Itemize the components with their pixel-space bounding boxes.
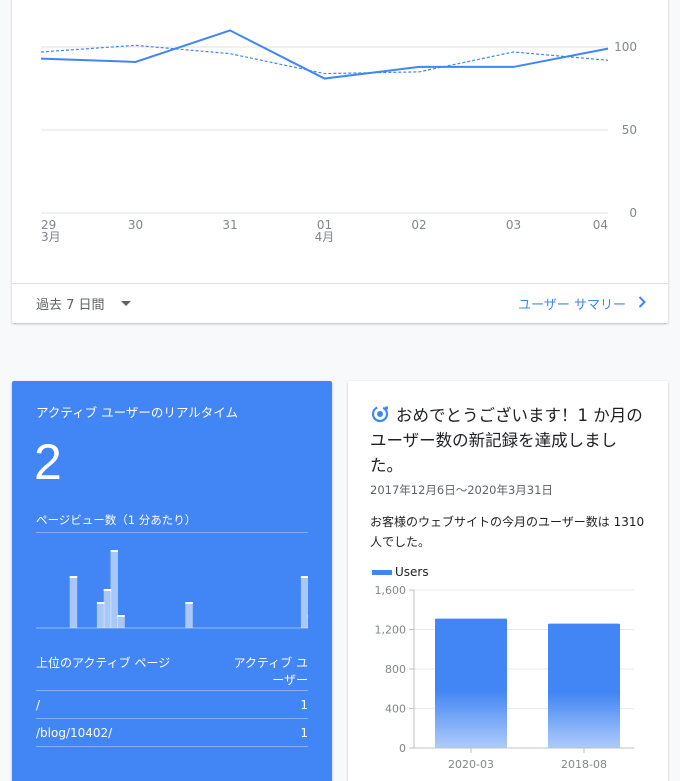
insight-message: お客様のウェブサイトの今月のユーザー数は 1310 人でした。 — [370, 515, 645, 549]
pageviews-per-minute-label: ページビュー数（1 分あたり） — [36, 512, 308, 533]
x-tick-sublabel: 3月 — [41, 230, 61, 244]
legend-swatch — [372, 569, 392, 575]
users-bar — [435, 618, 507, 748]
users-bar — [548, 623, 620, 748]
legend-label: Users — [395, 565, 429, 579]
x-tick-label: 03 — [506, 218, 521, 232]
y-tick-label: 0 — [629, 206, 637, 220]
date-range-label: 過去 7 日間 — [36, 298, 105, 313]
pageview-bar — [110, 550, 118, 628]
row-page: /blog/10402/ — [36, 725, 113, 740]
y-tick-label: 100 — [614, 40, 637, 54]
pageview-bar — [96, 602, 105, 628]
y-tick-label: 400 — [385, 703, 406, 716]
row-page: / — [36, 697, 41, 712]
date-range-dropdown[interactable]: 過去 7 日間 — [36, 294, 131, 313]
pageviews-bar-chart — [36, 550, 308, 629]
x-tick-label: 2018-08 — [561, 758, 607, 771]
table-row[interactable]: / 1 — [36, 691, 308, 719]
pageview-bar-cap — [110, 550, 118, 552]
pageview-bar — [300, 576, 308, 628]
user-summary-link[interactable]: ユーザー サマリー — [518, 294, 646, 313]
chevron-right-icon — [638, 295, 646, 312]
pageview-bar-cap — [103, 589, 112, 591]
x-tick-label: 04 — [593, 218, 608, 232]
pageview-bar-cap — [117, 615, 125, 617]
row-users: 1 — [300, 725, 308, 740]
users-bar-chart: 1,600 1,200 800 400 0 2020-03 2018-08 — [375, 584, 634, 771]
y-tick-label: 0 — [399, 742, 406, 755]
pageview-bar-cap — [300, 576, 308, 578]
pageview-bar-cap — [69, 576, 78, 578]
x-tick-label: 02 — [411, 218, 426, 232]
pageview-bar — [69, 576, 78, 628]
pageview-bar — [185, 602, 193, 628]
header-page: 上位のアクティブ ページ — [36, 656, 171, 670]
pageview-bar-cap — [185, 602, 193, 604]
y-tick-label: 1,600 — [375, 584, 407, 597]
x-tick-label: 31 — [222, 218, 237, 232]
caret-down-icon — [120, 301, 131, 306]
comparison-series-line — [40, 44, 609, 75]
y-tick-label: 800 — [385, 663, 406, 676]
card-footer: 過去 7 日間 ユーザー サマリー — [12, 283, 668, 323]
x-tick-label: 2020-03 — [448, 758, 494, 771]
insight-period: 2017年12月6日～2020年3月31日 — [370, 483, 553, 497]
x-tick-sublabel: 4月 — [315, 230, 335, 244]
active-users-count: 2 — [34, 434, 62, 490]
row-users: 1 — [300, 697, 308, 712]
y-tick-label: 1,200 — [375, 624, 407, 637]
current-series-line — [40, 29, 609, 80]
table-header: 上位のアクティブ ページ アクティブ ユーザー — [36, 654, 308, 691]
header-users: アクティブ ユーザー — [233, 656, 309, 687]
users-line-chart: 100500293月30 31 014月02 03 04 — [40, 29, 637, 244]
user-summary-label: ユーザー サマリー — [518, 298, 626, 313]
overview-card: 100 50 0 29 3月 30 31 01 4月 02 03 04 過去 7 日間 ユーザー サマ… — [12, 0, 668, 323]
chart-legend: Users — [372, 565, 429, 579]
x-tick-label: 30 — [128, 218, 143, 232]
pageview-bar — [103, 589, 112, 628]
insights-icon — [370, 404, 390, 424]
insight-title-text: おめでとうございます！1 か月のユーザー数の新記録を達成しました。 — [370, 406, 643, 475]
top-active-pages-table: 上位のアクティブ ページ アクティブ ユーザー / 1 /blog/10402/… — [36, 654, 308, 747]
record-insight-card[interactable]: おめでとうございます！1 か月のユーザー数の新記録を達成しました。 2017年1… — [348, 381, 668, 781]
y-tick-label: 50 — [622, 123, 637, 137]
table-row[interactable]: /blog/10402/ 1 — [36, 719, 308, 747]
insight-title: おめでとうございます！1 か月のユーザー数の新記録を達成しました。 — [370, 403, 646, 478]
realtime-title: アクティブ ユーザーのリアルタイム — [36, 405, 238, 420]
pageview-bar-cap — [96, 602, 105, 604]
realtime-card[interactable]: アクティブ ユーザーのリアルタイム 2 ページビュー数（1 分あたり） 上位のア… — [12, 381, 332, 781]
